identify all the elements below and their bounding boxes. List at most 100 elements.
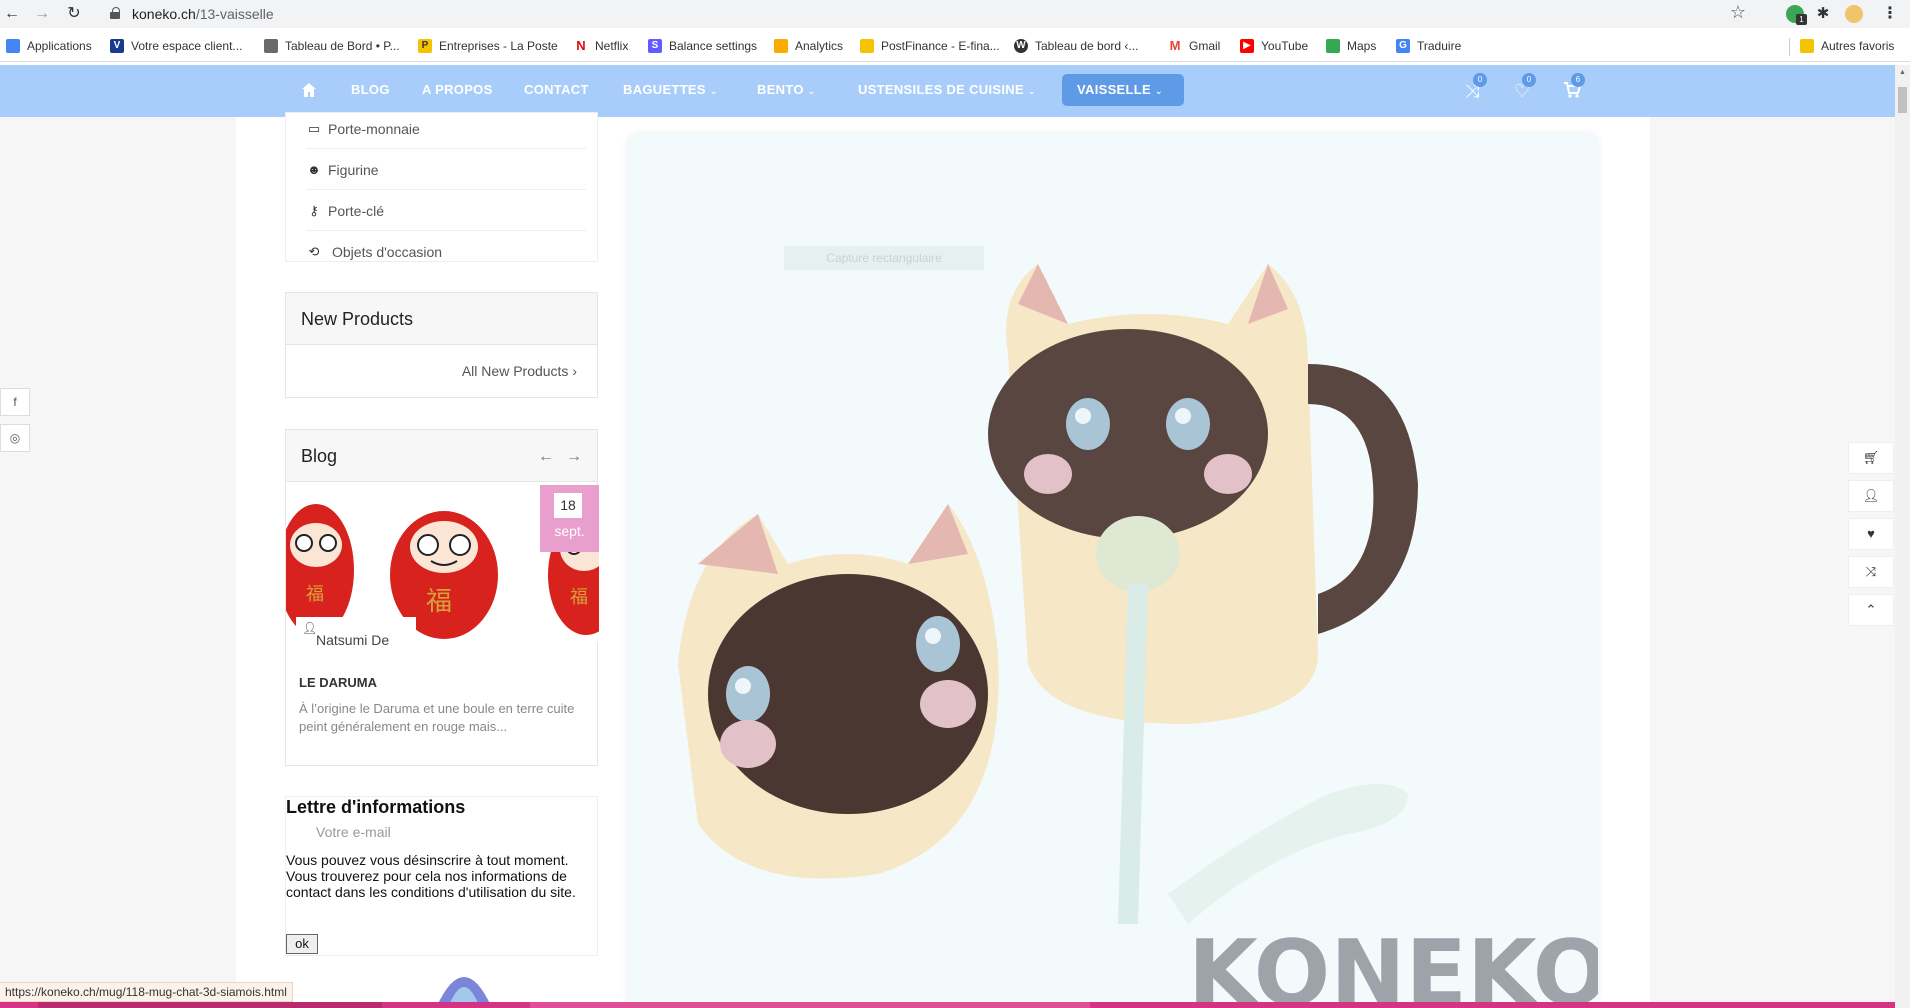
blog-panel: Blog ← → 福 福 福 18 sept. 👤︎ Natsumi De LE… [285,429,599,766]
nav-blog[interactable]: BLOG [351,82,390,97]
bookmark-la-poste[interactable]: P Entreprises - La Poste [418,37,558,55]
forward-arrow-icon[interactable]: → [32,4,52,24]
blog-date-day: 18 [554,493,582,518]
blog-prev-arrow-icon[interactable]: ← [538,448,554,466]
stripe-icon: S [648,39,662,53]
extensions-puzzle-icon[interactable]: ✱ [1814,5,1832,23]
blog-date-badge: 18 sept. [540,485,599,552]
blog-next-arrow-icon[interactable]: → [566,448,582,466]
chevron-down-icon: ⌄ [709,86,718,96]
user-icon[interactable]: 👤︎ [1848,480,1894,512]
category-porte-cle[interactable]: ⚷ Porte-clé [306,191,586,231]
chevron-down-icon: ⌄ [807,86,816,96]
newsletter-description: Vous pouvez vous désinscrire à tout mome… [286,852,576,900]
apps-grid-icon [6,39,20,53]
recycle-icon: ⟲ [308,244,320,259]
wishlist-count-badge: 0 [1522,73,1536,87]
koneko-watermark: KONEKO [1188,921,1598,1008]
postfinance-icon [860,39,874,53]
translate-icon: G [1396,39,1410,53]
page-scrollbar[interactable]: ▲ [1895,65,1910,1008]
bookmark-youtube[interactable]: ▶ YouTube [1240,37,1308,55]
wallet-icon: ▭ [307,120,321,136]
new-products-panel: New Products All New Products › [285,292,598,398]
compare-count-badge: 0 [1473,73,1487,87]
bookmark-postfinance[interactable]: PostFinance - E-fina... [860,37,1000,55]
menu-kebab-icon[interactable]: ⋮ [1880,4,1900,24]
bookmark-analytics[interactable]: Analytics [774,37,843,55]
browser-toolbar: ← → ↻ koneko.ch/13-vaisselle ☆ 1 ✱ ⋮ [0,0,1910,28]
nav-baguettes[interactable]: BAGUETTES ⌄ [623,82,718,97]
youtube-icon: ▶ [1240,39,1254,53]
logo-peek-icon [436,977,492,1008]
link-status-bar: https://koneko.ch/mug/118-mug-chat-3d-si… [0,982,293,1002]
category-porte-monnaie[interactable]: ▭ Porte-monnaie [306,109,586,149]
bookmark-star-icon[interactable]: ☆ [1730,2,1746,23]
back-arrow-icon[interactable]: ← [2,4,22,24]
lock-icon [110,7,120,19]
product-image[interactable]: KONEKO Capture rectangulaire [628,134,1598,1008]
analytics-icon [774,39,788,53]
svg-text:福: 福 [426,587,452,617]
scroll-up-arrow-icon[interactable]: ▲ [1899,69,1906,76]
bookmark-applications[interactable]: Applications [6,37,92,55]
newsletter-block: Lettre d'informations Votre e-mail Vous … [285,796,598,956]
user-icon: 👤︎ [302,621,318,635]
svg-text:福: 福 [570,587,588,608]
maps-icon [1326,39,1340,53]
bookmark-maps[interactable]: Maps [1326,37,1376,55]
vaudoise-icon: V [110,39,124,53]
nav-ustensiles[interactable]: USTENSILES DE CUISINE ⌄ [858,82,1036,97]
pink-strip-segment [38,1002,382,1008]
bookmark-traduire[interactable]: G Traduire [1396,37,1461,55]
capture-tooltip: Capture rectangulaire [784,246,984,270]
gmail-icon: M [1168,38,1182,53]
bookmark-vaudoise[interactable]: V Votre espace client... [110,37,242,55]
instagram-icon[interactable]: ◎ [0,424,30,452]
blog-post-title[interactable]: LE DARUMA [299,675,377,690]
bookmark-autres-favoris[interactable]: Autres favoris [1800,37,1894,55]
bookmark-tableau-bord[interactable]: Tableau de Bord • P... [264,37,400,55]
bookmark-wordpress[interactable]: W Tableau de bord ‹... [1014,37,1138,55]
blog-author: 👤︎ Natsumi De [296,617,416,649]
cart-count-badge: 6 [1571,73,1585,87]
blog-date-month: sept. [554,523,585,539]
scrollbar-thumb[interactable] [1898,87,1907,113]
dashboard-icon [264,39,278,53]
new-products-title: New Products [286,293,597,345]
facebook-icon[interactable]: f [0,388,30,416]
cart-icon[interactable]: 🛒︎ [1848,442,1894,474]
chevron-right-icon: › [572,363,577,379]
keychain-icon: ⚷ [309,202,319,218]
newsletter-email-input[interactable]: Votre e-mail [316,824,391,840]
chevron-down-icon: ⌄ [1027,86,1036,96]
reload-icon[interactable]: ↻ [64,4,84,24]
newsletter-submit-button[interactable]: ok [286,934,318,954]
all-new-products-link[interactable]: All New Products › [462,363,577,379]
blog-post-excerpt: À l’origine le Daruma et une boule en te… [299,701,575,734]
pink-footer-strip [0,1002,1895,1008]
bookmark-gmail[interactable]: M Gmail [1168,37,1220,55]
category-figurine[interactable]: ☻ Figurine [306,150,586,190]
nav-bento[interactable]: BENTO ⌄ [757,82,816,97]
nav-contact[interactable]: CONTACT [524,82,589,97]
profile-avatar[interactable] [1845,5,1863,23]
pink-strip-segment [530,1002,1090,1008]
category-objets-occasion[interactable]: ⟲ Objets d'occasion [306,232,586,272]
netflix-icon: N [574,39,588,53]
siamese-cat-mug-illustration: KONEKO [628,134,1598,1008]
nav-a-propos[interactable]: A PROPOS [422,82,493,97]
category-list: ▭ Porte-monnaie ☻ Figurine ⚷ Porte-clé ⟲ Obj… [285,112,598,262]
home-icon[interactable] [300,81,318,99]
svg-text:福: 福 [306,584,324,605]
bookmark-balance-settings[interactable]: S Balance settings [648,37,757,55]
heart-icon[interactable]: ♥ [1848,518,1894,550]
bookmarks-bar: Applications V Votre espace client... Tab… [0,28,1910,62]
chevron-up-icon[interactable]: ⌃ [1848,594,1894,626]
address-bar[interactable]: koneko.ch/13-vaisselle [100,3,1770,25]
extension-badge: 1 [1796,14,1807,25]
shuffle-icon[interactable]: ⤨ [1848,556,1894,588]
newsletter-title: Lettre d'informations [286,797,466,817]
bookmark-netflix[interactable]: N Netflix [574,37,628,55]
nav-vaisselle[interactable]: VAISSELLE ⌄ [1077,82,1163,97]
